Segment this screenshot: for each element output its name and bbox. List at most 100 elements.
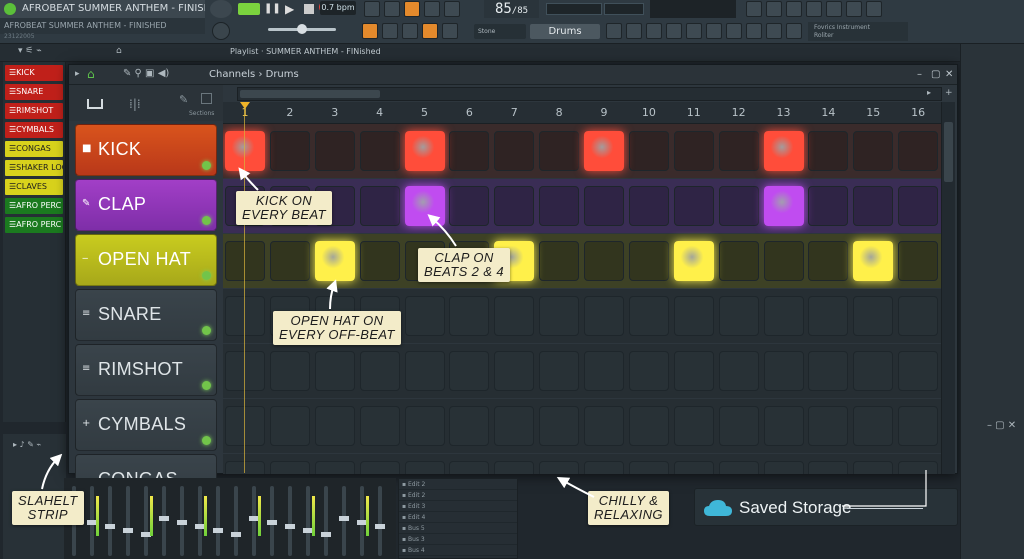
- vertical-scroll-thumb[interactable]: [944, 122, 953, 182]
- browser-tool-icons[interactable]: ▸ ♪ ✎ ⌁: [13, 440, 41, 449]
- user-icon[interactable]: [866, 1, 882, 17]
- tag-icon[interactable]: [786, 23, 802, 39]
- mixer-fader[interactable]: [213, 486, 223, 556]
- step-on[interactable]: [673, 241, 714, 281]
- step-off[interactable]: [539, 186, 580, 226]
- step-off[interactable]: [628, 131, 669, 171]
- channel-button-open-hat[interactable]: ‒ OPEN HAT: [75, 234, 217, 286]
- mixer-fader[interactable]: [123, 486, 133, 556]
- step-off[interactable]: [718, 186, 759, 226]
- step-off[interactable]: [359, 406, 400, 446]
- step-off[interactable]: [673, 296, 714, 336]
- step-off[interactable]: [808, 131, 849, 171]
- insert-row[interactable]: ▪ Edit 2: [399, 479, 517, 490]
- step-off[interactable]: [718, 406, 759, 446]
- panel-window-controls-icon[interactable]: – ▢ ✕: [987, 420, 1016, 431]
- channel-button-snare[interactable]: ≡ SNARE: [75, 289, 217, 341]
- channel-led-icon[interactable]: [202, 216, 211, 225]
- step-off[interactable]: [853, 406, 894, 446]
- loop-icon[interactable]: [384, 1, 400, 17]
- step-off[interactable]: [314, 406, 355, 446]
- step-on[interactable]: [404, 186, 445, 226]
- step-off[interactable]: [673, 461, 714, 474]
- step-off[interactable]: [494, 296, 535, 336]
- rack-tool-icons[interactable]: ✎ ⚲ ▣ ◀): [123, 68, 169, 79]
- pencil-icon[interactable]: ✎: [179, 93, 188, 106]
- channel-led-icon[interactable]: [202, 326, 211, 335]
- step-off[interactable]: [628, 461, 669, 474]
- step-off[interactable]: [449, 351, 490, 391]
- step-off[interactable]: [808, 296, 849, 336]
- fader-handle[interactable]: [105, 524, 115, 529]
- scissors-icon[interactable]: [746, 23, 762, 39]
- minimize-icon[interactable]: –: [917, 69, 922, 80]
- help-icon[interactable]: [806, 1, 822, 17]
- browser-channel-item[interactable]: ☰SHAKER LOOP: [5, 160, 63, 176]
- insert-row[interactable]: ▪ Edit 2: [399, 490, 517, 501]
- browser-channel-item[interactable]: ☰CONGAS: [5, 141, 63, 157]
- step-off[interactable]: [449, 296, 490, 336]
- grid-icon[interactable]: [201, 93, 212, 104]
- step-off[interactable]: [314, 131, 355, 171]
- step-off[interactable]: [539, 461, 580, 474]
- step-on[interactable]: [853, 241, 894, 281]
- home-icon[interactable]: ⌂: [116, 46, 122, 56]
- step-on[interactable]: [225, 131, 265, 171]
- fader-handle[interactable]: [267, 520, 277, 525]
- step-off[interactable]: [718, 131, 759, 171]
- play-icon[interactable]: ▶: [285, 2, 294, 16]
- waveform-icon[interactable]: ⁞|⁞: [129, 97, 141, 111]
- channel-led-icon[interactable]: [202, 161, 211, 170]
- playhead-marker-icon[interactable]: [240, 102, 250, 109]
- mixer-fader[interactable]: [285, 486, 295, 556]
- step-off[interactable]: [449, 406, 490, 446]
- step-off[interactable]: [584, 351, 624, 391]
- step-off[interactable]: [269, 241, 310, 281]
- fader-handle[interactable]: [177, 520, 187, 525]
- step-off[interactable]: [673, 131, 714, 171]
- plugin-db-icon[interactable]: [706, 23, 722, 39]
- step-off[interactable]: [898, 186, 939, 226]
- playlist-icon[interactable]: [606, 23, 622, 39]
- step-off[interactable]: [449, 461, 490, 474]
- step-off[interactable]: [808, 351, 849, 391]
- insert-row[interactable]: ▪ Bus 4: [399, 545, 517, 556]
- tempo-display[interactable]: 85/85: [484, 0, 539, 18]
- step-off[interactable]: [718, 241, 759, 281]
- arrow-right-icon[interactable]: [382, 23, 398, 39]
- browser-channel-item[interactable]: ☰RIMSHOT: [5, 103, 63, 119]
- step-off[interactable]: [808, 461, 849, 474]
- step-on[interactable]: [763, 186, 804, 226]
- browser-toggle-icon[interactable]: [686, 23, 702, 39]
- stamp-icon[interactable]: [442, 23, 458, 39]
- fader-handle[interactable]: [159, 516, 169, 521]
- step-off[interactable]: [853, 131, 894, 171]
- channel-rack-icon[interactable]: [646, 23, 662, 39]
- step-on[interactable]: [314, 241, 355, 281]
- step-off[interactable]: [494, 131, 535, 171]
- step-edit-icon[interactable]: [424, 1, 440, 17]
- step-off[interactable]: [673, 406, 714, 446]
- step-on[interactable]: [763, 131, 804, 171]
- step-off[interactable]: [628, 241, 669, 281]
- fader-handle[interactable]: [339, 516, 349, 521]
- step-off[interactable]: [584, 186, 624, 226]
- channel-button-clap[interactable]: ✎ CLAP: [75, 179, 217, 231]
- plugin-icon[interactable]: [786, 1, 802, 17]
- horizontal-scrollbar[interactable]: [237, 87, 942, 101]
- pattern-mode-button[interactable]: [238, 3, 260, 15]
- channel-button-kick[interactable]: ■ KICK: [75, 124, 217, 176]
- channel-led-icon[interactable]: [202, 436, 211, 445]
- step-off[interactable]: [359, 241, 400, 281]
- step-off[interactable]: [898, 296, 939, 336]
- channel-led-icon[interactable]: [202, 271, 211, 280]
- step-off[interactable]: [898, 406, 939, 446]
- stop-icon[interactable]: [304, 4, 314, 14]
- step-off[interactable]: [225, 461, 265, 474]
- mixer-view-icon[interactable]: [846, 1, 862, 17]
- step-off[interactable]: [763, 296, 804, 336]
- step-off[interactable]: [449, 186, 490, 226]
- step-off[interactable]: [808, 186, 849, 226]
- step-off[interactable]: [763, 241, 804, 281]
- mixer-fader[interactable]: [357, 486, 369, 556]
